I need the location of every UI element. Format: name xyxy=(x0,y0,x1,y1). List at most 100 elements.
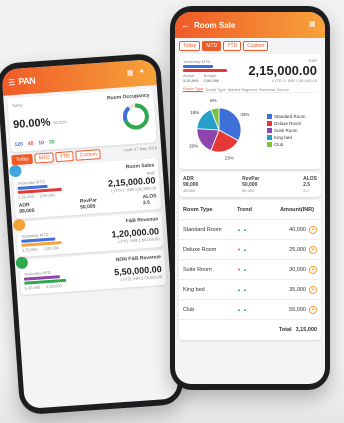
period-chips-right: Today MTD YTD Custom xyxy=(179,41,321,51)
budget-value: 2,90,000 xyxy=(203,77,220,83)
fb-title: F&B Revenue xyxy=(125,216,159,225)
fb-actual: 1,70,000 xyxy=(21,246,38,253)
legend-item: Standard Room xyxy=(267,113,306,119)
table-row[interactable]: Club ▲ ▲ 55,000 ▾ xyxy=(179,300,321,320)
expand-icon[interactable]: ▾ xyxy=(309,225,317,234)
chip-ytd[interactable]: YTD xyxy=(55,150,75,163)
legend-label: Club xyxy=(274,141,284,147)
room-sale-value: 2,15,000.00 xyxy=(248,63,317,78)
room-type-name: Deluxe Room xyxy=(183,246,217,253)
building-icon[interactable]: ▦ xyxy=(127,68,138,79)
legend-label: Standard Room xyxy=(274,113,306,119)
tab-room-type[interactable]: Room Type xyxy=(183,86,204,92)
pie-label: 18% xyxy=(190,110,199,115)
legend-label: Suite Room xyxy=(274,127,298,133)
amount-value: 55,000 xyxy=(289,306,306,313)
trend-up-icon: ▲ xyxy=(242,307,247,312)
adr-sub: 45,000 xyxy=(183,188,196,193)
chip-mtd[interactable]: MTD xyxy=(34,152,55,164)
trend-cell: ▲ ▲ xyxy=(237,227,273,232)
legend-item: Deluxe Room xyxy=(267,120,306,126)
trend-up-icon: ▲ xyxy=(242,267,247,272)
tab-business-source[interactable]: Business Source xyxy=(259,87,289,92)
nonfb-actual: 5,30,000 xyxy=(24,284,41,291)
nonfb-revenue-card[interactable]: NON F&B Revenue Yesterday MTD 5,30,000 6… xyxy=(15,249,167,295)
chip-mtd[interactable]: MTD xyxy=(202,41,222,51)
ytd-label: Yesterday MTD xyxy=(183,58,211,64)
adr-value: 99,000 xyxy=(19,207,35,215)
trend-up-icon: ▲ xyxy=(242,287,247,292)
chip-custom[interactable]: Custom xyxy=(75,149,102,161)
legend-item: King bed xyxy=(267,134,306,140)
amount-value: 30,000 xyxy=(289,266,306,273)
trend-up-icon: ▲ xyxy=(242,247,247,252)
trend-cell: ▲ ▲ xyxy=(237,287,273,292)
legend-label: King bed xyxy=(274,134,292,140)
room-sales-card[interactable]: Room Sales Yesterday MTD 2,20,000 3,90,0… xyxy=(9,158,162,220)
phone-room-sale: ← Room Sale ▦ Today MTD YTD Custom Yeste… xyxy=(170,6,330,390)
until-date: Until: 07 May 2018 xyxy=(123,145,158,153)
stat-available: 120 xyxy=(14,141,24,149)
back-icon[interactable]: ← xyxy=(181,20,190,30)
legend-swatch xyxy=(267,134,272,140)
occupancy-card: Today Room Occupancy 90.00% 80.02% 120 4… xyxy=(7,88,157,153)
trend-up-icon: ▲ xyxy=(237,307,241,312)
room-sale-screen: ← Room Sale ▦ Today MTD YTD Custom Yeste… xyxy=(175,12,325,384)
table-row[interactable]: Standard Room ▲ ▲ 40,000 ▾ xyxy=(179,220,321,240)
chip-today[interactable]: Today xyxy=(179,41,201,51)
col-trend: Trend xyxy=(237,206,252,213)
amount-value: 40,000 xyxy=(289,226,306,233)
trend-cell: ▼ ▲ xyxy=(237,247,273,252)
tab-guest-type[interactable]: Guest Type xyxy=(205,87,225,92)
legend-item: Suite Room xyxy=(267,127,306,133)
room-sale-title: Room Sale xyxy=(194,20,236,30)
menu-icon[interactable]: ☰ xyxy=(8,77,16,86)
room-type-name: King bed xyxy=(183,286,205,293)
total-label: Total xyxy=(278,327,292,333)
today-label: Today xyxy=(11,101,23,108)
legend-label: Deluxe Room xyxy=(274,120,302,126)
alos-sub: 3.0 xyxy=(303,188,309,193)
trend-up-icon: ▲ xyxy=(242,227,247,232)
kpi-row: ADR 99,000 45,000 RevPar 50,000 50,000 ALOS 2… xyxy=(179,172,321,197)
trend-up-icon: ▲ xyxy=(237,227,241,232)
trend-down-icon: ▼ xyxy=(237,247,241,252)
trend-cell: ▲ ▲ xyxy=(237,307,273,312)
legend-item: Club xyxy=(267,141,306,147)
expand-icon[interactable]: ▾ xyxy=(309,305,317,314)
actual-bar xyxy=(183,64,213,68)
user-icon[interactable]: ● xyxy=(140,67,151,78)
chip-custom[interactable]: Custom xyxy=(243,41,269,51)
trend-down-icon: ▼ xyxy=(237,267,241,272)
table-row[interactable]: King bed ▲ ▲ 35,000 ▾ xyxy=(179,280,321,300)
room-sales-title: Room Sales xyxy=(125,162,155,171)
revpar-sub: 50,000 xyxy=(242,188,255,193)
occupancy-sub: 80.02% xyxy=(53,118,68,125)
expand-icon[interactable]: ▾ xyxy=(309,265,317,274)
fb-revenue-card[interactable]: F&B Revenue Yesterday MTD 1,70,000 2,00,… xyxy=(12,211,165,258)
legend-swatch xyxy=(267,127,272,133)
legend-swatch xyxy=(267,113,272,119)
chip-today[interactable]: Today xyxy=(11,153,34,166)
expand-icon[interactable]: ▾ xyxy=(309,245,317,254)
dashboard-screen: ☰ PAN ▦ ● Today Room Occupancy 90.00% 80… xyxy=(1,59,179,409)
expand-icon[interactable]: ▾ xyxy=(309,285,317,294)
trend-cell: ▼ ▲ xyxy=(237,267,273,272)
room-type-pie-chart: 33% 23% 20% 18% 6% xyxy=(189,98,249,161)
alos-value: 2.5 xyxy=(142,199,151,207)
pie-label: 23% xyxy=(225,156,234,161)
trend-up-icon: ▲ xyxy=(237,287,241,292)
occupancy-gauge xyxy=(122,103,149,130)
table-row[interactable]: Deluxe Room ▼ ▲ 25,000 ▾ xyxy=(179,240,321,260)
total-value: 3,15,000 xyxy=(295,327,317,333)
room-type-table: Room Type Trend Amount(INR) Standard Roo… xyxy=(179,200,321,340)
stat-vacant: 30 xyxy=(48,139,55,146)
chip-ytd[interactable]: YTD xyxy=(223,41,242,51)
revpar-value: 50,000 xyxy=(80,203,96,211)
table-row[interactable]: Suite Room ▼ ▲ 30,000 ▾ xyxy=(179,260,321,280)
amount-value: 25,000 xyxy=(289,246,306,253)
col-amount: Amount(INR) xyxy=(280,206,314,213)
building-icon[interactable]: ▦ xyxy=(309,20,319,30)
tab-market-segment[interactable]: Market Segment xyxy=(228,87,257,92)
pie-legend: Standard Room Deluxe Room Suite Room King b… xyxy=(267,112,306,149)
